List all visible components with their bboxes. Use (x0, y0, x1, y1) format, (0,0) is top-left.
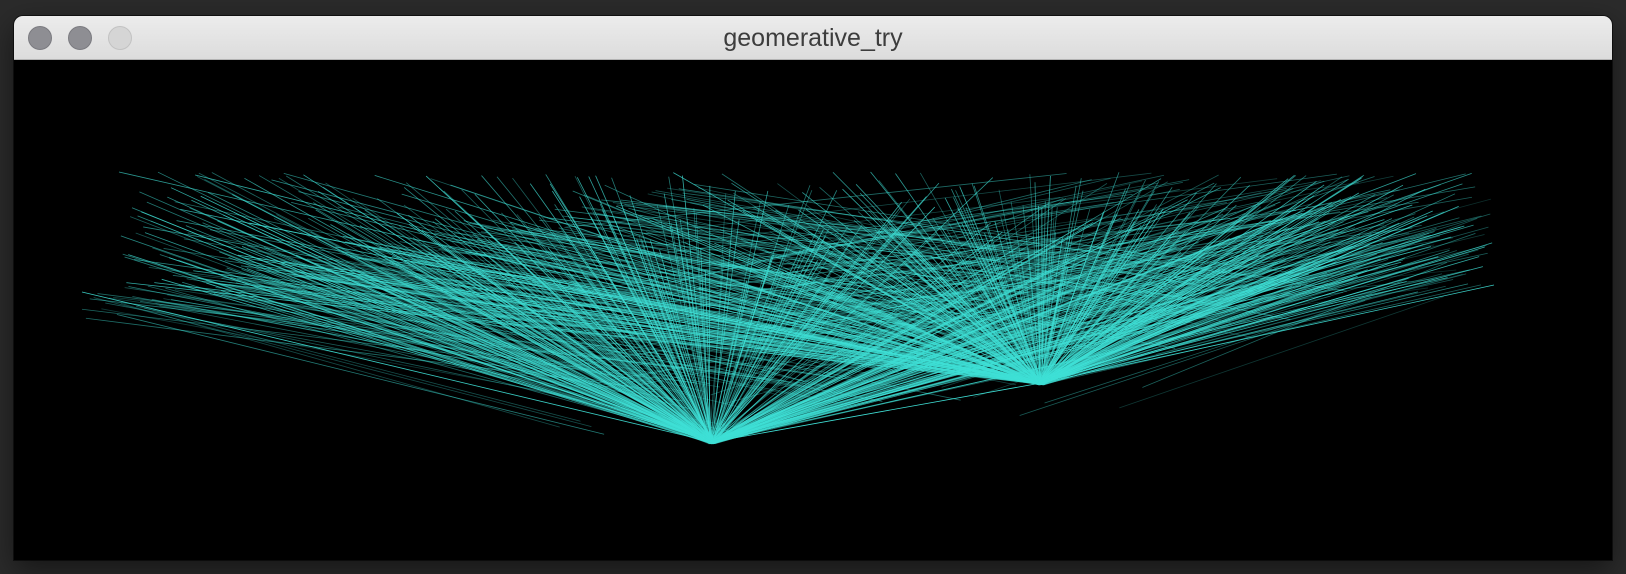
sketch-canvas[interactable] (14, 60, 1612, 560)
title-bar[interactable]: geomerative_try (14, 16, 1612, 60)
line-art (81, 171, 1495, 445)
window-title: geomerative_try (723, 24, 903, 52)
app-window: geomerative_try (14, 16, 1612, 560)
